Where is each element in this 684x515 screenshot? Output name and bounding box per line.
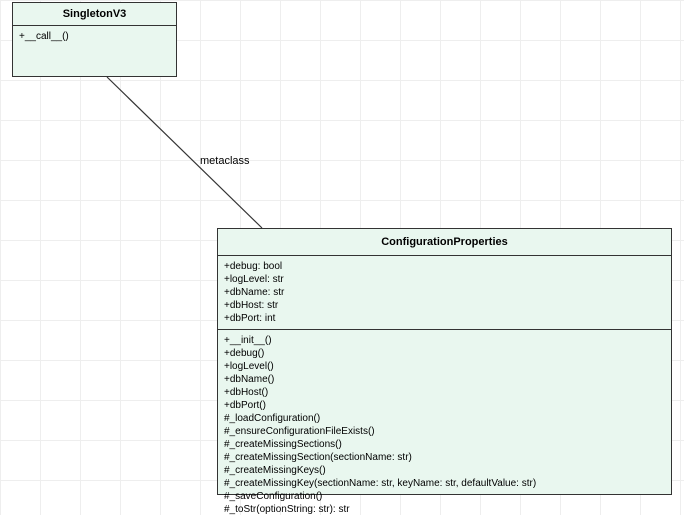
method: +logLevel() <box>224 360 665 373</box>
method: #_createMissingSection(sectionName: str) <box>224 451 665 464</box>
class-singletonv3[interactable]: SingletonV3 +__call__() <box>12 2 177 77</box>
attribute: +logLevel: str <box>224 273 665 286</box>
method: #_createMissingKey(sectionName: str, key… <box>224 477 665 490</box>
method: +__call__() <box>19 30 170 43</box>
method: #_loadConfiguration() <box>224 412 665 425</box>
class-configurationproperties[interactable]: ConfigurationProperties +debug: bool +lo… <box>217 228 672 495</box>
method: +dbName() <box>224 373 665 386</box>
attribute: +dbPort: int <box>224 312 665 325</box>
methods-compartment: +__call__() <box>13 26 176 82</box>
class-name: ConfigurationProperties <box>218 229 671 256</box>
attributes-compartment: +debug: bool +logLevel: str +dbName: str… <box>218 256 671 330</box>
attribute: +debug: bool <box>224 260 665 273</box>
method: #_toStr(optionString: str): str <box>224 503 665 515</box>
method: +dbHost() <box>224 386 665 399</box>
relationship-label: metaclass <box>200 155 250 167</box>
method: +debug() <box>224 347 665 360</box>
method: #_ensureConfigurationFileExists() <box>224 425 665 438</box>
methods-compartment: +__init__() +debug() +logLevel() +dbName… <box>218 330 671 515</box>
method: #_createMissingSections() <box>224 438 665 451</box>
method: +__init__() <box>224 334 665 347</box>
attribute: +dbName: str <box>224 286 665 299</box>
method: #_saveConfiguration() <box>224 490 665 503</box>
method: +dbPort() <box>224 399 665 412</box>
method: #_createMissingKeys() <box>224 464 665 477</box>
attribute: +dbHost: str <box>224 299 665 312</box>
class-name: SingletonV3 <box>13 3 176 26</box>
